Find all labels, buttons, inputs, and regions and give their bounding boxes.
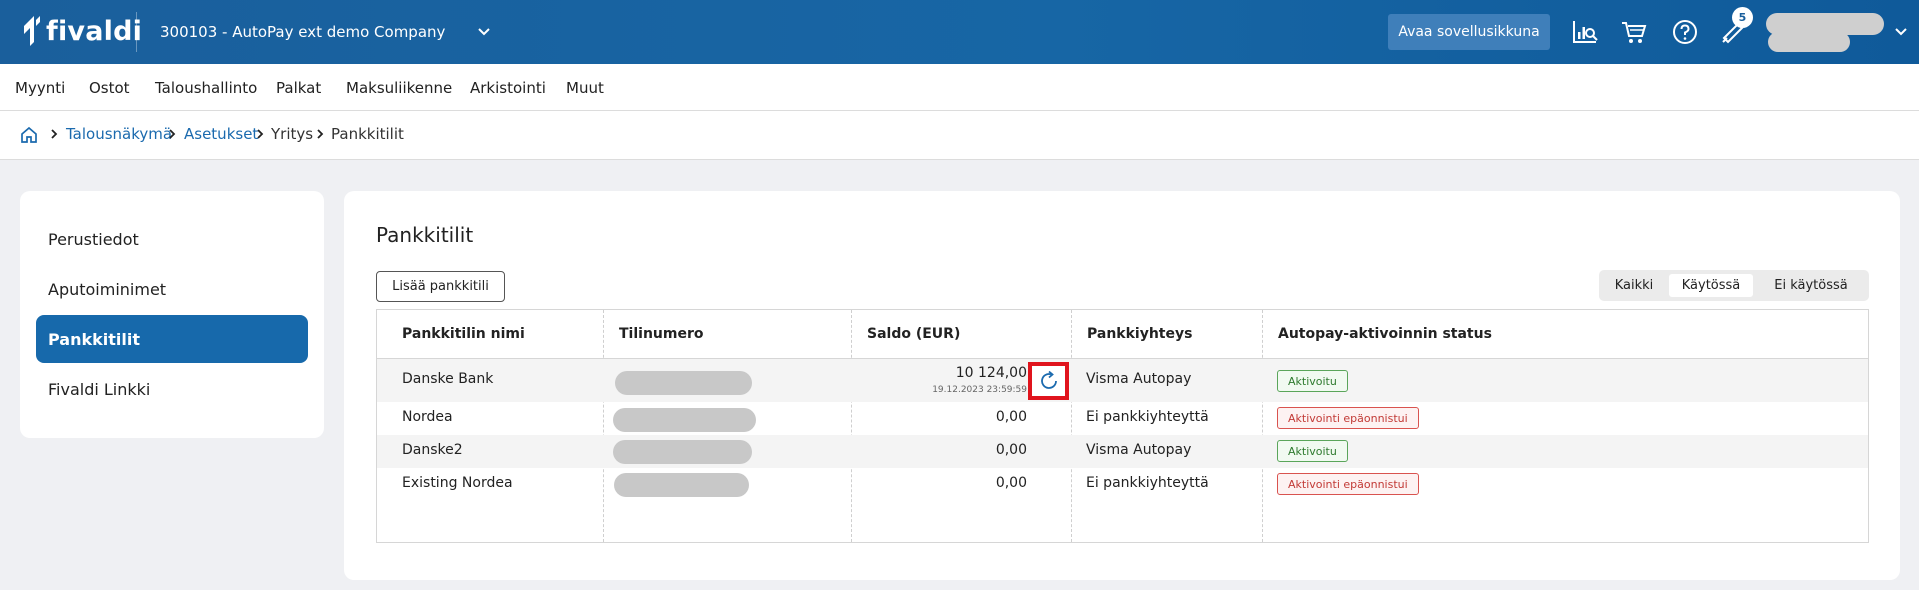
main-navigation: Myynti Ostot Taloushallinto Palkat Maksu…	[0, 64, 1919, 111]
status-badge: Aktivointi epäonnistui	[1277, 407, 1419, 429]
user-company-redacted[interactable]	[1768, 32, 1850, 52]
bank-connection: Ei pankkiyhteyttä	[1086, 475, 1209, 491]
breadcrumb: Talousnäkymä Asetukset Yritys Pankkitili…	[0, 111, 1919, 160]
sidebar-item-perustiedot[interactable]: Perustiedot	[36, 215, 308, 263]
chevron-right-icon	[51, 129, 58, 139]
chevron-right-icon	[317, 129, 324, 139]
sidebar-item-aputoiminimet[interactable]: Aputoiminimet	[36, 265, 308, 313]
column-header-balance[interactable]: Saldo (EUR)	[867, 310, 960, 358]
filter-ei-kaytossa[interactable]: Ei käytössä	[1759, 274, 1863, 297]
nav-arkistointi[interactable]: Arkistointi	[470, 79, 546, 97]
status-badge: Aktivoitu	[1277, 440, 1348, 462]
breadcrumb-pankkitilit: Pankkitilit	[331, 125, 404, 143]
status-badge: Aktivoitu	[1277, 370, 1348, 392]
account-number-redacted	[613, 408, 756, 432]
top-header: fivaldi 300103 - AutoPay ext demo Compan…	[0, 0, 1919, 64]
column-header-autopay-status[interactable]: Autopay-aktivoinnin status	[1278, 310, 1492, 358]
logo-text: fivaldi	[46, 15, 143, 47]
sidebar-item-label: Pankkitilit	[48, 329, 140, 349]
column-header-name[interactable]: Pankkitilin nimi	[402, 310, 525, 358]
refresh-balance-button[interactable]	[1028, 362, 1069, 400]
account-name: Existing Nordea	[402, 475, 513, 491]
status-badge: Aktivointi epäonnistui	[1277, 473, 1419, 495]
fivaldi-logo[interactable]: fivaldi	[20, 14, 142, 48]
column-header-account-number[interactable]: Tilinumero	[619, 310, 704, 358]
page-title: Pankkitilit	[376, 223, 474, 247]
bank-accounts-table: Pankkitilin nimi Tilinumero Saldo (EUR) …	[376, 309, 1869, 543]
account-number-redacted	[613, 440, 752, 464]
table-row[interactable]: Existing Nordea 0,00 Ei pankkiyhteyttä A…	[377, 468, 1868, 501]
column-header-bank-connection[interactable]: Pankkiyhteys	[1087, 310, 1192, 358]
breadcrumb-yritys: Yritys	[271, 125, 314, 143]
breadcrumb-talousnakyma[interactable]: Talousnäkymä	[66, 125, 172, 143]
table-row[interactable]: Danske Bank 10 124,00 19.12.2023 23:59:5…	[377, 359, 1868, 402]
chevron-right-icon	[169, 129, 176, 139]
bank-accounts-panel: Pankkitilit Lisää pankkitili Kaikki Käyt…	[344, 191, 1900, 580]
account-balance: 10 124,00	[955, 365, 1027, 381]
nav-ostot[interactable]: Ostot	[89, 79, 130, 97]
open-app-window-button[interactable]: Avaa sovellusikkuna	[1388, 14, 1550, 50]
filter-segmented-control: Kaikki Käytössä Ei käytössä	[1599, 270, 1869, 301]
account-name: Danske Bank	[402, 371, 494, 387]
filter-kaytossa[interactable]: Käytössä	[1669, 274, 1753, 297]
nav-taloushallinto[interactable]: Taloushallinto	[155, 79, 257, 97]
filter-kaikki[interactable]: Kaikki	[1605, 274, 1663, 297]
table-row[interactable]: Nordea 0,00 Ei pankkiyhteyttä Aktivointi…	[377, 402, 1868, 435]
account-name: Nordea	[402, 409, 453, 425]
account-balance: 0,00	[995, 409, 1027, 425]
settings-sidebar: Perustiedot Aputoiminimet Pankkitilit Fi…	[20, 191, 324, 438]
account-number-redacted	[614, 473, 749, 497]
account-balance: 0,00	[995, 442, 1027, 458]
nav-muut[interactable]: Muut	[566, 79, 604, 97]
chevron-right-icon	[257, 129, 264, 139]
fivaldi-logo-icon	[24, 16, 40, 46]
home-icon[interactable]	[20, 126, 38, 144]
account-name: Danske2	[402, 442, 463, 458]
nav-maksuliikenne[interactable]: Maksuliikenne	[346, 79, 452, 97]
sidebar-item-pankkitilit[interactable]: Pankkitilit	[36, 315, 308, 363]
balance-timestamp: 19.12.2023 23:59:59	[932, 385, 1027, 395]
sidebar-item-label: Perustiedot	[48, 229, 139, 249]
refresh-icon	[1040, 370, 1057, 389]
breadcrumb-asetukset[interactable]: Asetukset	[184, 125, 258, 143]
sidebar-item-label: Fivaldi Linkki	[48, 379, 151, 399]
table-row[interactable]: Danske2 0,00 Visma Autopay Aktivoitu	[377, 435, 1868, 468]
nav-palkat[interactable]: Palkat	[276, 79, 321, 97]
add-bank-account-button[interactable]: Lisää pankkitili	[376, 271, 505, 302]
bank-connection: Ei pankkiyhteyttä	[1086, 409, 1209, 425]
user-menu-chevron-icon[interactable]	[1894, 25, 1908, 39]
company-selector-label[interactable]: 300103 - AutoPay ext demo Company	[160, 23, 445, 41]
analytics-icon[interactable]	[1570, 17, 1600, 47]
cart-icon[interactable]	[1619, 17, 1649, 47]
account-number-redacted	[615, 371, 752, 395]
account-balance: 0,00	[995, 475, 1027, 491]
nav-myynti[interactable]: Myynti	[15, 79, 65, 97]
bank-connection: Visma Autopay	[1086, 442, 1192, 458]
bank-connection: Visma Autopay	[1086, 371, 1192, 387]
header-divider	[136, 12, 137, 52]
notification-badge: 5	[1732, 7, 1753, 28]
sidebar-item-fivaldi-linkki[interactable]: Fivaldi Linkki	[36, 365, 308, 413]
help-icon[interactable]	[1670, 17, 1700, 47]
chevron-down-icon[interactable]	[476, 24, 492, 40]
sidebar-item-label: Aputoiminimet	[48, 279, 167, 299]
